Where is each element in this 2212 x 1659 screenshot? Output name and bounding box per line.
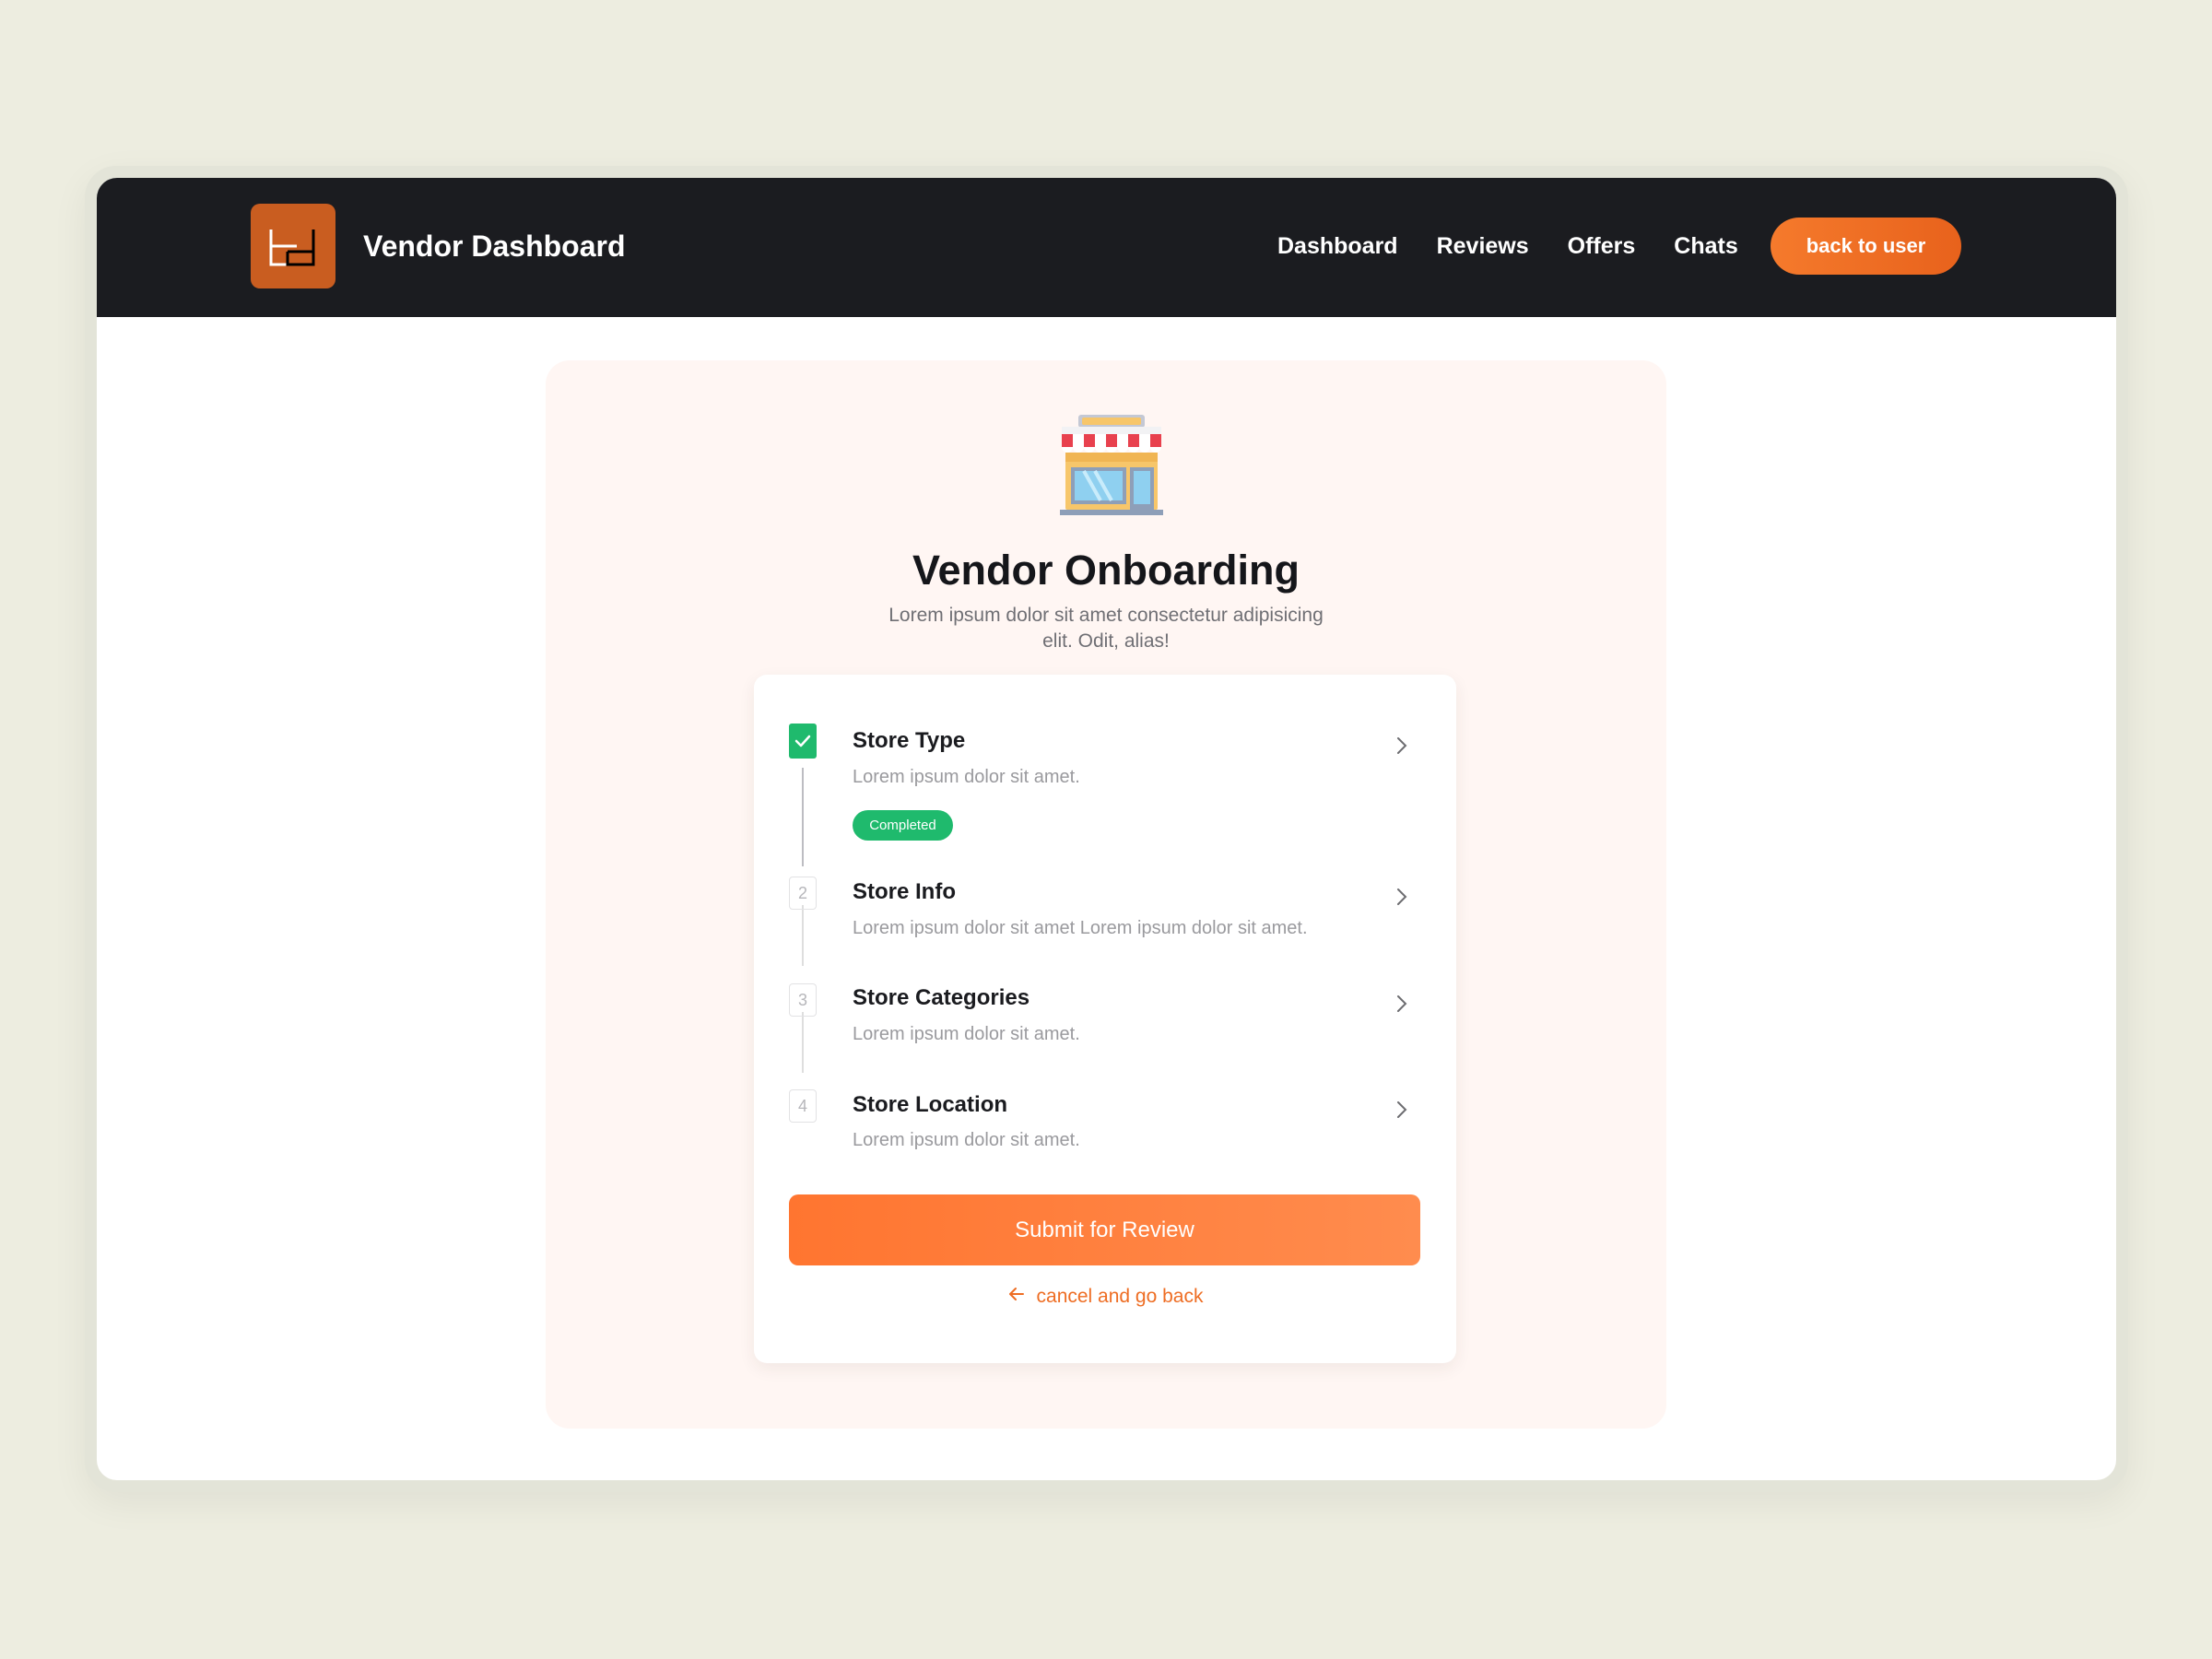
storefront-icon xyxy=(1058,414,1165,524)
app-window: Vendor Dashboard Dashboard Reviews Offer… xyxy=(97,178,2116,1480)
checkbox-checked-icon xyxy=(789,724,817,759)
bd-logo-icon[interactable] xyxy=(251,204,335,288)
cancel-label: cancel and go back xyxy=(1036,1286,1204,1307)
step-number: 2 xyxy=(789,877,817,910)
onboarding-steps-card: Store Type Lorem ipsum dolor sit amet. C… xyxy=(754,675,1456,1363)
chevron-right-icon[interactable] xyxy=(1394,885,1410,913)
nav-link-offers[interactable]: Offers xyxy=(1568,222,1636,270)
page-title: Vendor Onboarding xyxy=(912,547,1300,594)
cancel-link[interactable]: cancel and go back xyxy=(754,1283,1456,1311)
chevron-right-icon[interactable] xyxy=(1394,992,1410,1020)
onboarding-panel: Vendor Onboarding Lorem ipsum dolor sit … xyxy=(546,360,1666,1429)
step-connector xyxy=(802,1012,804,1073)
step-title: Store Location xyxy=(853,1092,1008,1117)
nav-link-chats[interactable]: Chats xyxy=(1674,222,1737,270)
step-connector xyxy=(802,905,804,966)
brand-title: Vendor Dashboard xyxy=(363,229,626,263)
step-connector xyxy=(802,768,804,866)
step-number: 3 xyxy=(789,983,817,1017)
nav-links: Dashboard Reviews Offers Chats xyxy=(1277,222,1738,270)
status-badge: Completed xyxy=(853,810,953,841)
nav-link-dashboard[interactable]: Dashboard xyxy=(1277,222,1398,270)
arrow-left-icon xyxy=(1007,1283,1026,1311)
nav-link-reviews[interactable]: Reviews xyxy=(1437,222,1529,270)
step-number: 4 xyxy=(789,1089,817,1123)
step-title: Store Info xyxy=(853,879,956,904)
browser-frame: Vendor Dashboard Dashboard Reviews Offer… xyxy=(85,166,2128,1492)
back-to-user-button[interactable]: back to user xyxy=(1771,218,1961,275)
chevron-right-icon[interactable] xyxy=(1394,734,1410,762)
chevron-right-icon[interactable] xyxy=(1394,1098,1410,1126)
step-description: Lorem ipsum dolor sit amet. xyxy=(853,767,1080,787)
step-description: Lorem ipsum dolor sit amet. xyxy=(853,1130,1080,1150)
submit-for-review-button[interactable]: Submit for Review xyxy=(789,1194,1420,1265)
top-navbar: Vendor Dashboard Dashboard Reviews Offer… xyxy=(97,178,2116,317)
step-title: Store Categories xyxy=(853,985,1030,1010)
step-title: Store Type xyxy=(853,728,966,753)
step-description: Lorem ipsum dolor sit amet Lorem ipsum d… xyxy=(853,918,1308,938)
step-description: Lorem ipsum dolor sit amet. xyxy=(853,1024,1080,1044)
page-subtitle: Lorem ipsum dolor sit amet consectetur a… xyxy=(888,605,1324,652)
